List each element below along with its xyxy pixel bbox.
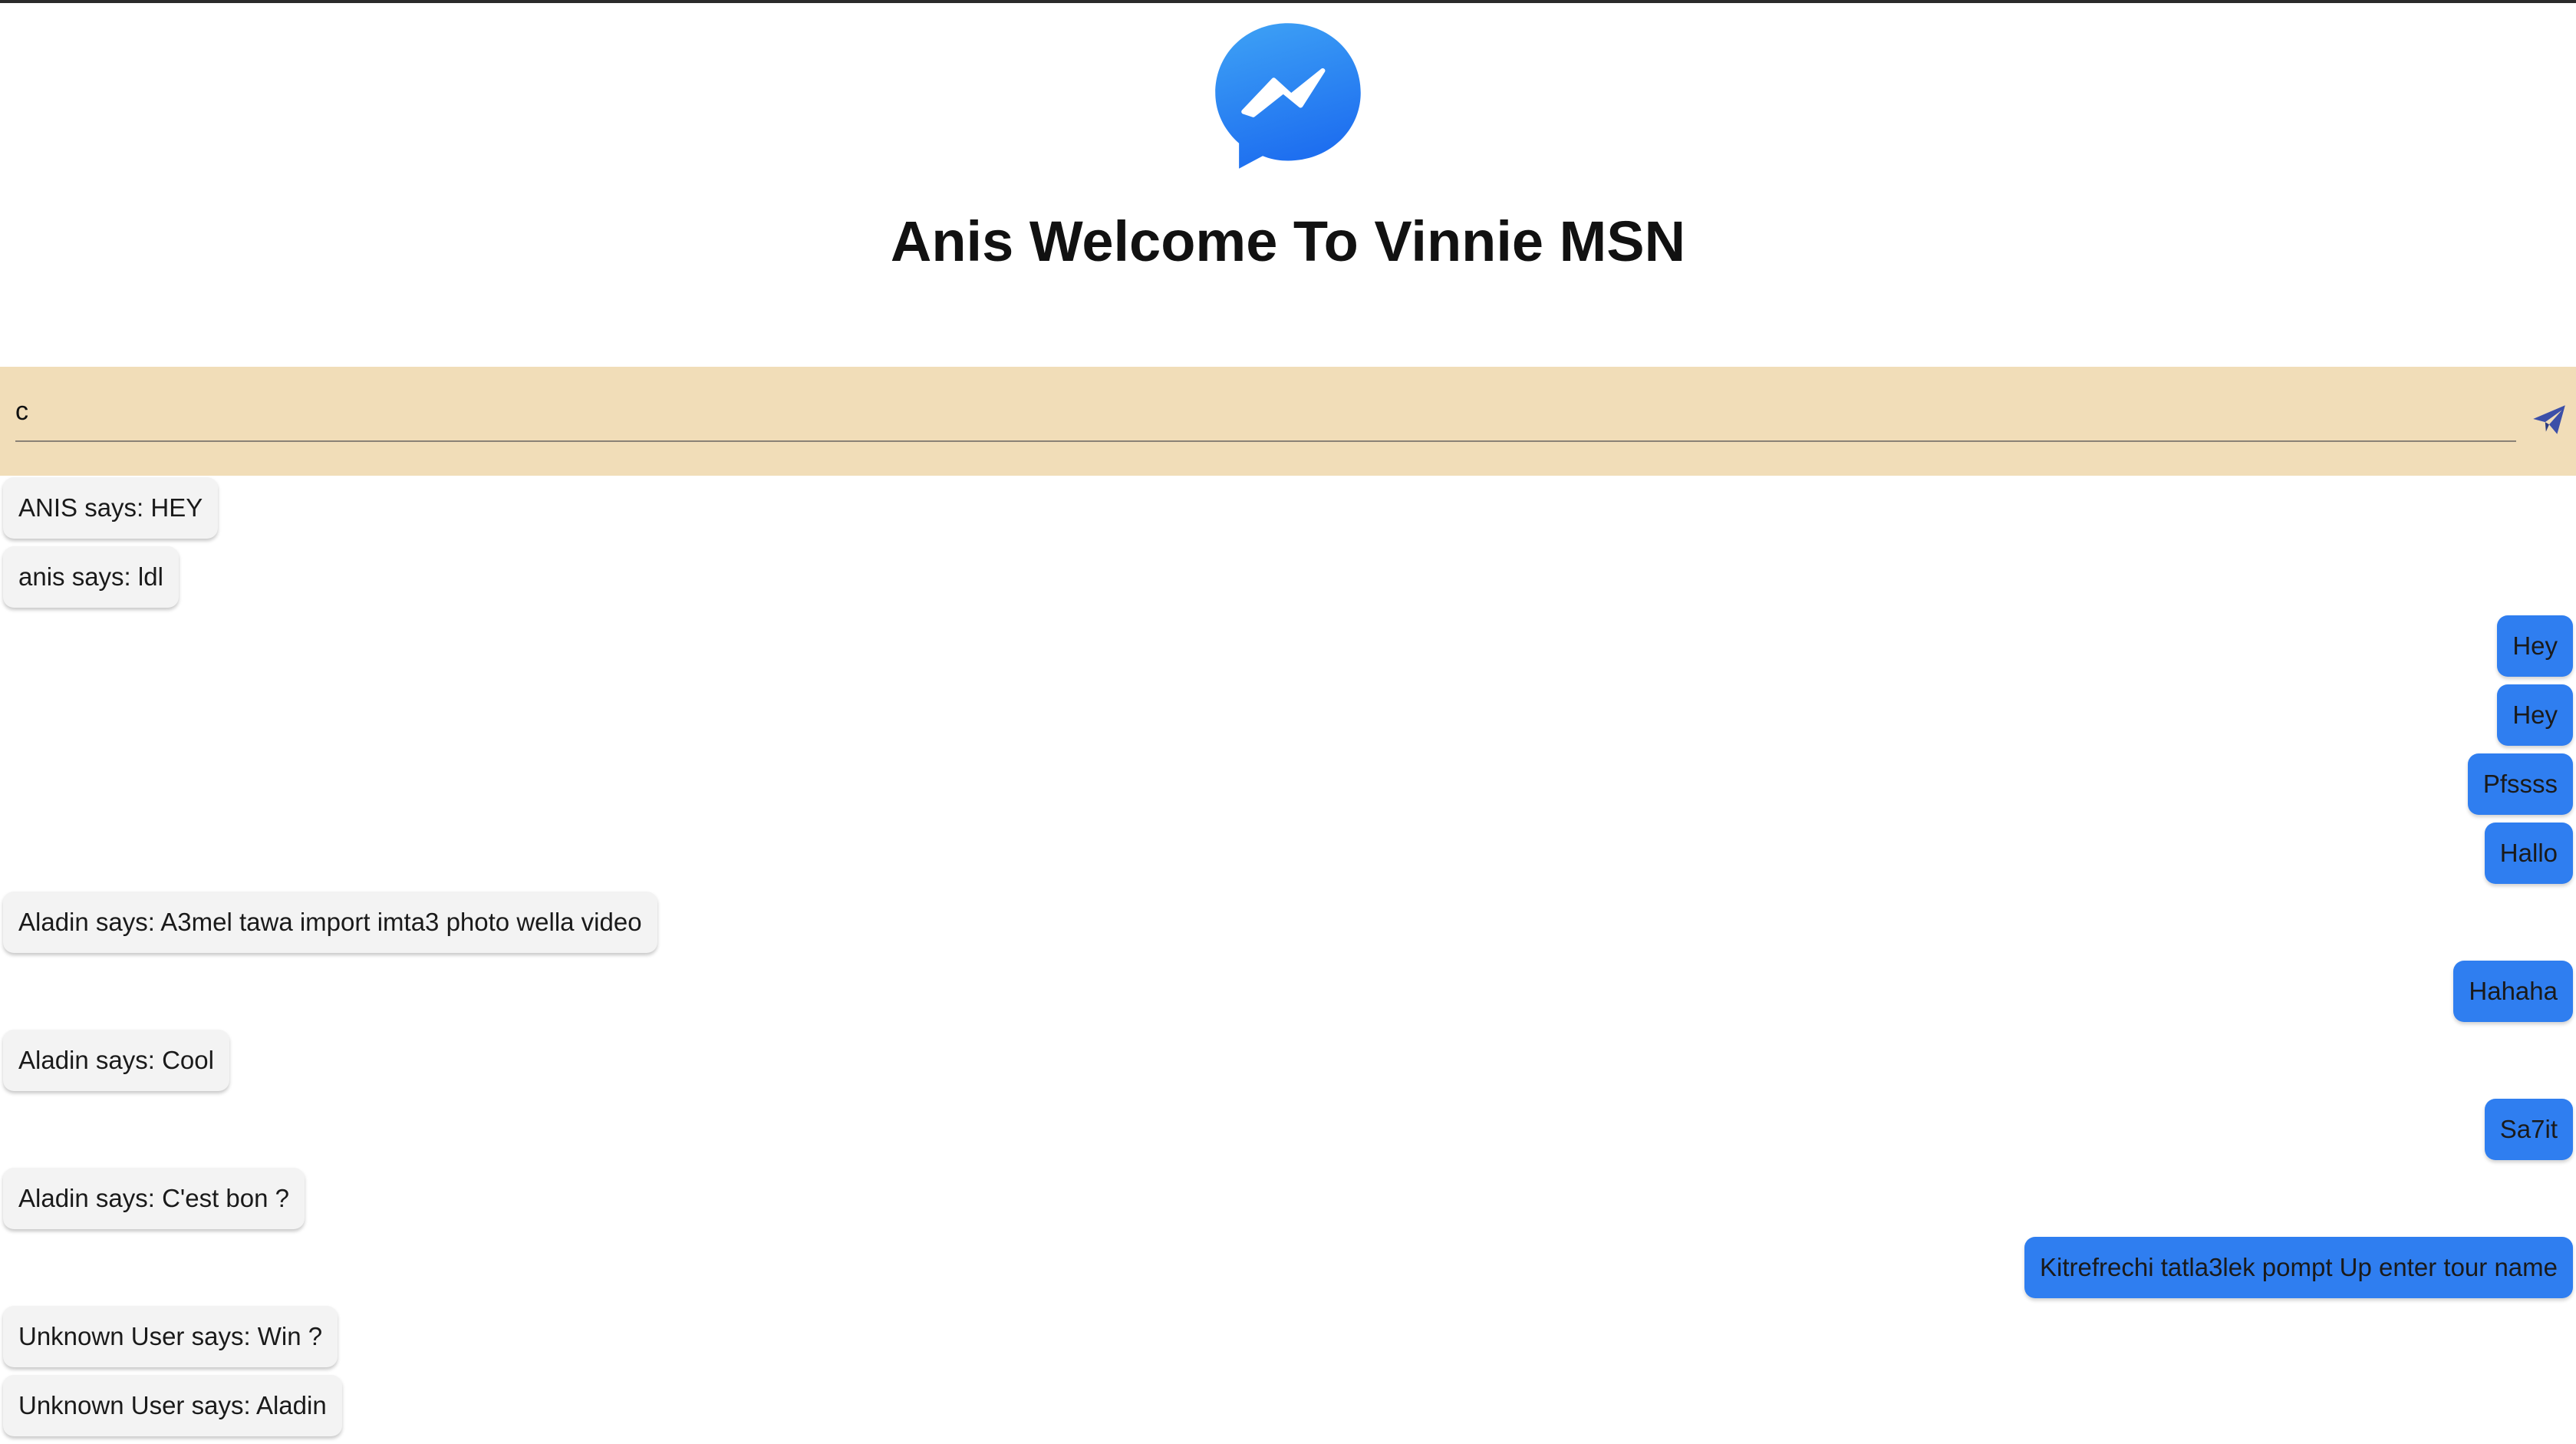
top-border bbox=[0, 0, 2576, 3]
message-row: Hey bbox=[0, 684, 2576, 746]
incoming-message-bubble: Aladin says: Cool bbox=[3, 1030, 229, 1091]
incoming-message-bubble: ANIS says: HEY bbox=[3, 477, 219, 539]
message-row: Aladin says: C'est bon ? bbox=[0, 1168, 2576, 1229]
message-row: ANIS says: HEY bbox=[0, 477, 2576, 539]
message-row: Sa7it bbox=[0, 1099, 2576, 1160]
message-row: Pfssss bbox=[0, 753, 2576, 815]
incoming-message-bubble: Unknown User says: Aladin bbox=[3, 1375, 342, 1436]
message-composer bbox=[0, 367, 2576, 476]
paper-plane-icon[interactable] bbox=[2530, 401, 2568, 439]
outgoing-message-bubble: Hey bbox=[2497, 615, 2573, 677]
outgoing-message-bubble: Sa7it bbox=[2484, 1099, 2573, 1160]
outgoing-message-bubble: Pfssss bbox=[2467, 753, 2573, 815]
message-row: Unknown User says: Aladin bbox=[0, 1375, 2576, 1436]
message-input[interactable] bbox=[15, 382, 2516, 442]
incoming-message-bubble: Aladin says: A3mel tawa import imta3 pho… bbox=[3, 892, 657, 953]
page-title: Anis Welcome To Vinnie MSN bbox=[890, 209, 1686, 273]
message-row: Aladin says: Cool bbox=[0, 1030, 2576, 1091]
message-row: anis says: ldl bbox=[0, 546, 2576, 608]
message-row: Kitrefrechi tatla3lek pompt Up enter tou… bbox=[0, 1237, 2576, 1298]
message-row: Hallo bbox=[0, 823, 2576, 884]
message-row: Hahaha bbox=[0, 961, 2576, 1022]
outgoing-message-bubble: Hey bbox=[2497, 684, 2573, 746]
message-row: Unknown User says: Win ? bbox=[0, 1306, 2576, 1367]
outgoing-message-bubble: Hallo bbox=[2484, 823, 2573, 884]
messenger-icon bbox=[1215, 23, 1361, 169]
outgoing-message-bubble: Hahaha bbox=[2453, 961, 2573, 1022]
incoming-message-bubble: Unknown User says: Win ? bbox=[3, 1306, 338, 1367]
incoming-message-bubble: anis says: ldl bbox=[3, 546, 179, 608]
message-row: Aladin says: A3mel tawa import imta3 pho… bbox=[0, 892, 2576, 953]
incoming-message-bubble: Aladin says: C'est bon ? bbox=[3, 1168, 305, 1229]
message-row: Hey bbox=[0, 615, 2576, 677]
outgoing-message-bubble: Kitrefrechi tatla3lek pompt Up enter tou… bbox=[2024, 1237, 2573, 1298]
